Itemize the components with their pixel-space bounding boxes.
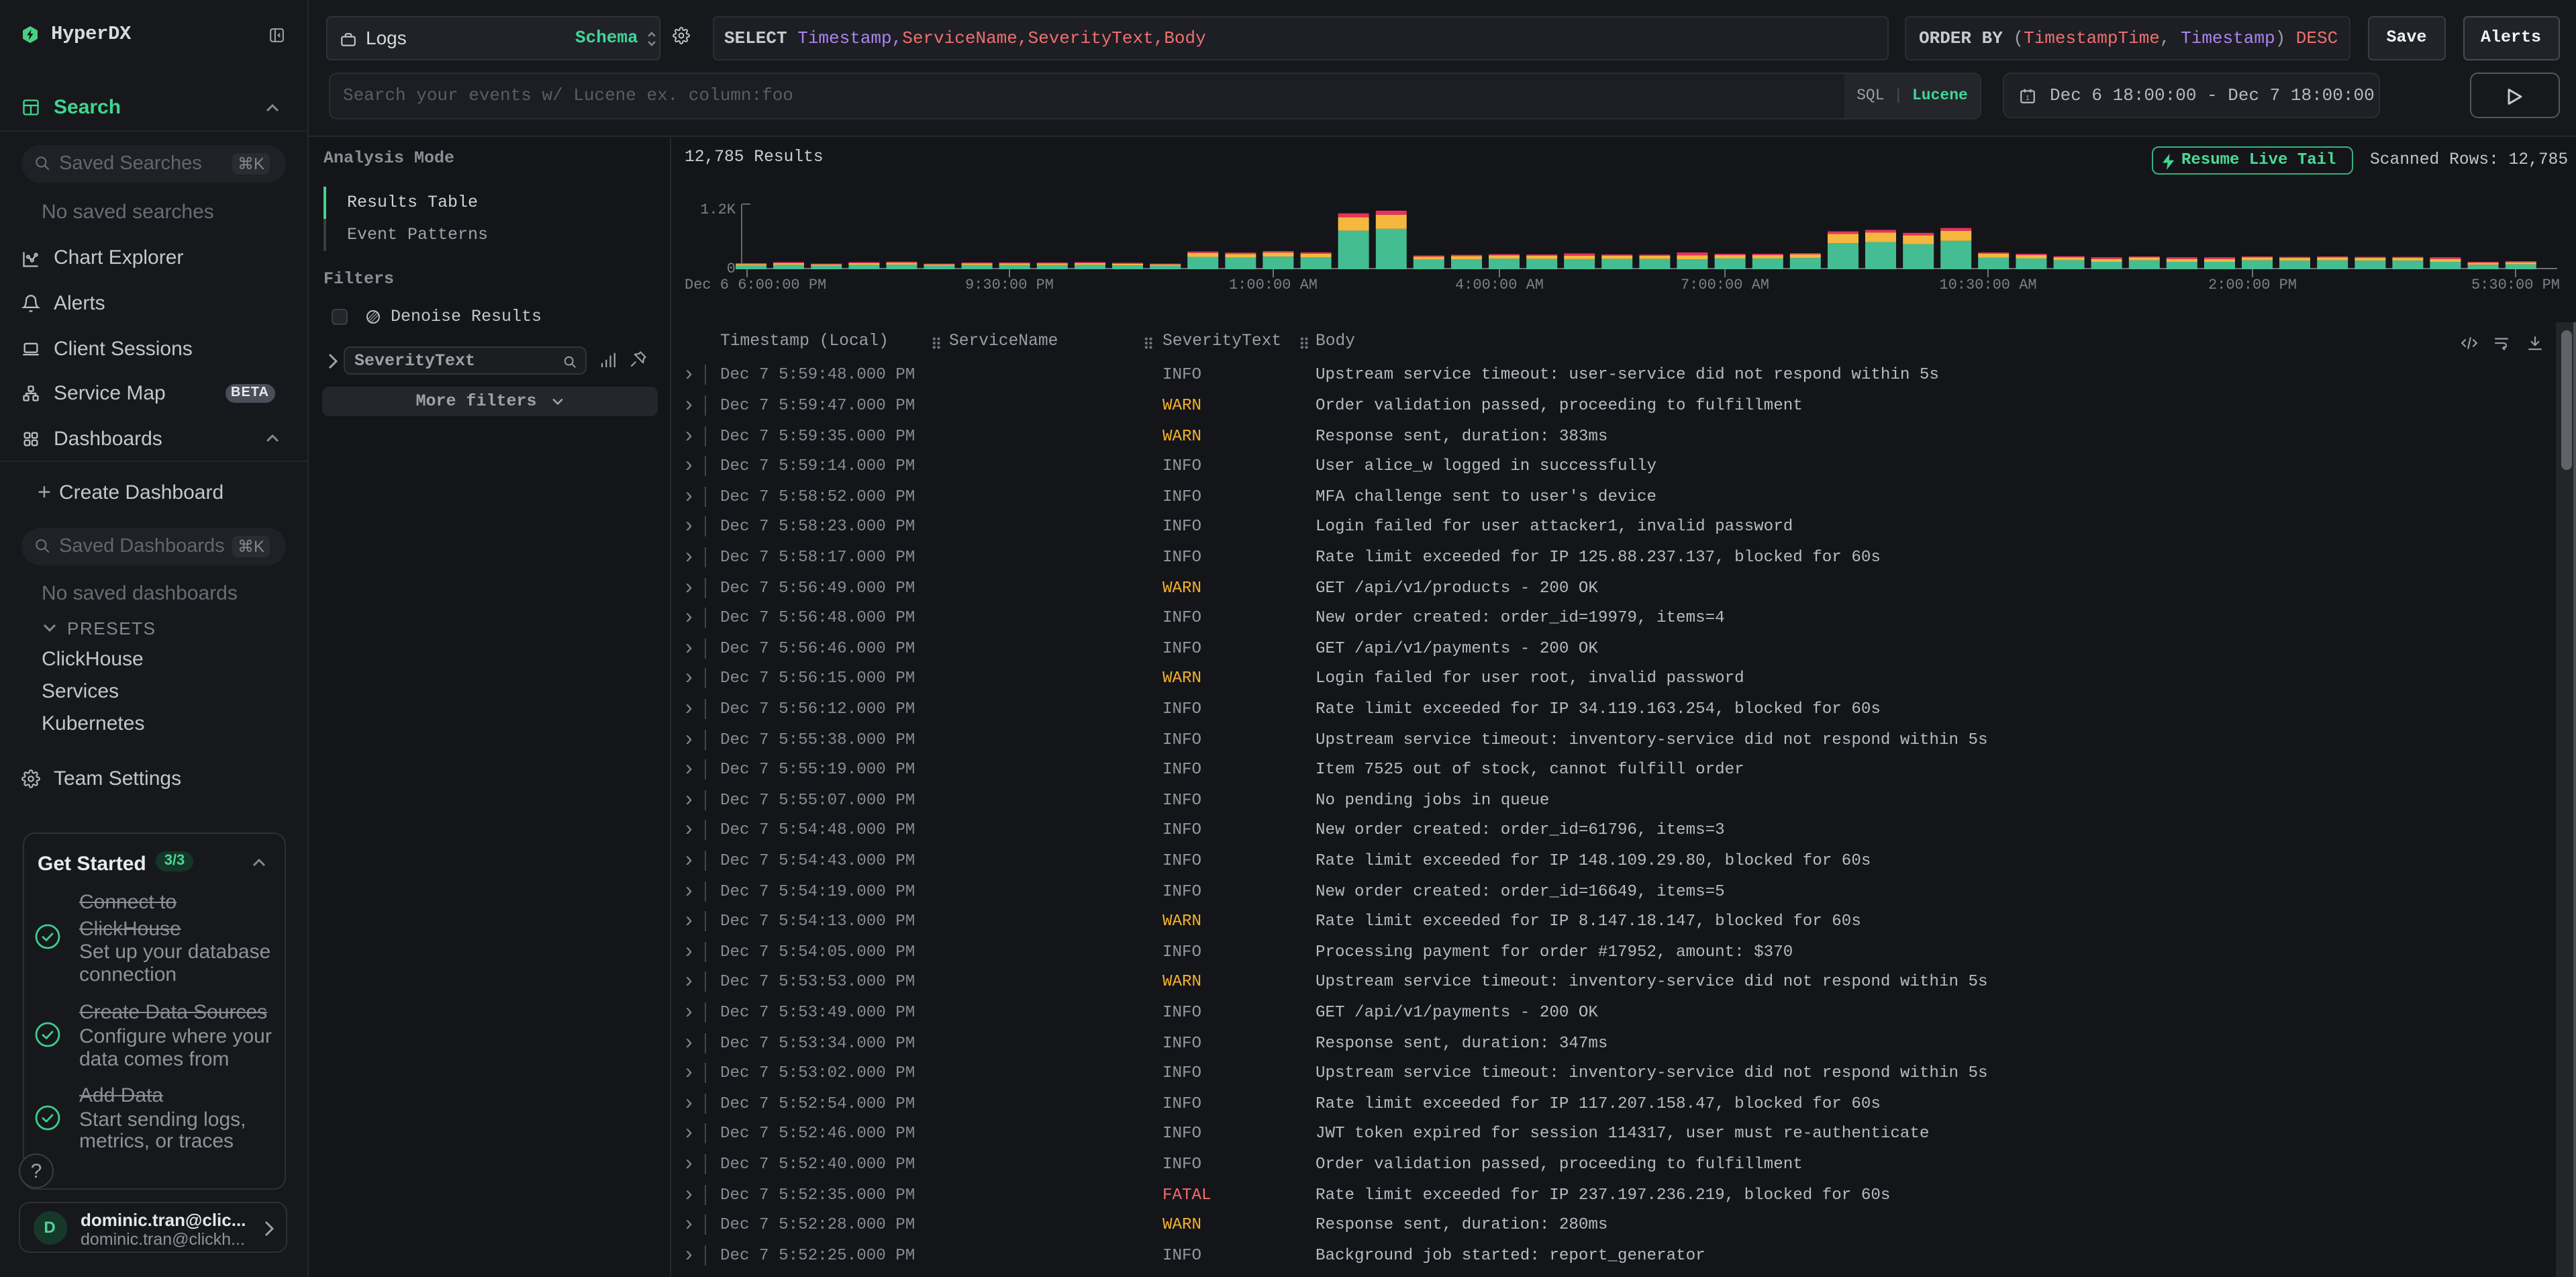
svg-text:1.2K: 1.2K [700, 201, 736, 218]
svg-text:4:00:00 AM: 4:00:00 AM [1455, 277, 1544, 293]
svg-text:9:30:00 PM: 9:30:00 PM [965, 277, 1054, 293]
svg-text:Dec 6 6:00:00 PM: Dec 6 6:00:00 PM [685, 277, 826, 293]
svg-text:1:00:00 AM: 1:00:00 AM [1229, 277, 1318, 293]
svg-text:7:00:00 AM: 7:00:00 AM [1681, 277, 1769, 293]
svg-text:10:30:00 AM: 10:30:00 AM [1939, 277, 2036, 293]
svg-text:0: 0 [727, 261, 736, 277]
svg-text:2:00:00 PM: 2:00:00 PM [2208, 277, 2297, 293]
svg-text:5:30:00 PM: 5:30:00 PM [2471, 277, 2560, 293]
svg-text:1: 1 [2026, 94, 2029, 101]
